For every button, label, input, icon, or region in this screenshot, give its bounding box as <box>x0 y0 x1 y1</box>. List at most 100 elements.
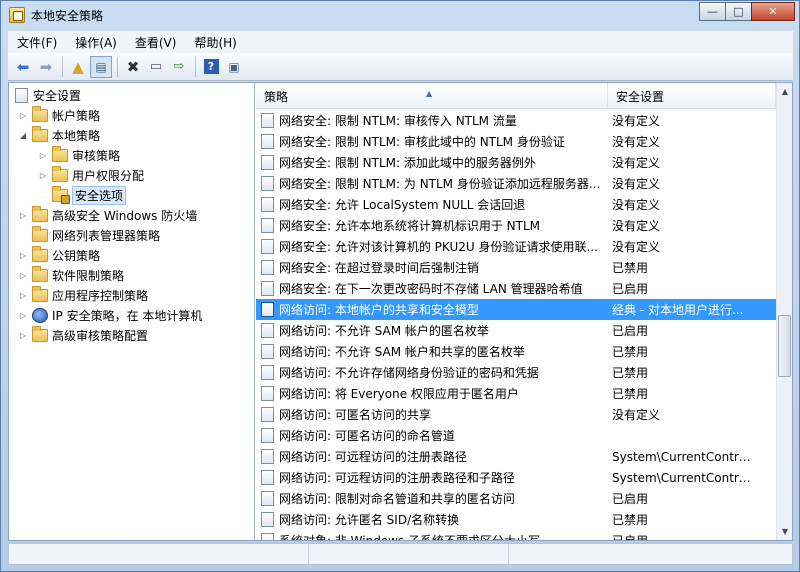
up-one-level-button[interactable]: ▲ <box>67 56 89 78</box>
tree-item-firewall[interactable]: ▷ 高级安全 Windows 防火墙 <box>17 205 197 225</box>
setting-cell: 已禁用 <box>612 345 649 359</box>
title-bar[interactable]: 本地安全策略 — □ ✕ <box>1 1 799 29</box>
tree-item-account-policy[interactable]: ▷ 帐户策略 <box>17 105 100 125</box>
table-row[interactable]: 网络访问: 不允许存储网络身份验证的密码和凭据 已禁用 <box>256 362 776 383</box>
tree-item-security-settings[interactable]: 安全设置 <box>13 85 81 105</box>
policy-cell: 系统对象: 非 Windows 子系统不要求区分大小写 <box>256 532 606 540</box>
menu-help[interactable]: 帮助(H) <box>185 34 245 51</box>
vertical-scrollbar[interactable]: ▲ ▼ <box>776 83 792 540</box>
table-row[interactable]: 网络安全: 限制 NTLM: 审核传入 NTLM 流量 没有定义 <box>256 110 776 131</box>
help-button[interactable]: ? <box>200 56 222 78</box>
policy-icon <box>261 176 274 191</box>
tree-item-audit-policy[interactable]: ▷ 审核策略 <box>37 145 120 165</box>
expand-icon[interactable]: ▷ <box>17 311 29 320</box>
policy-name: 网络访问: 本地帐户的共享和安全模型 <box>279 303 479 317</box>
expand-icon[interactable]: ▷ <box>17 331 29 340</box>
toolbar-separator <box>62 56 63 77</box>
setting-cell: 已禁用 <box>612 387 649 401</box>
tree-item-security-options[interactable]: 安全选项 <box>49 185 127 205</box>
tree-item-app-control[interactable]: ▷ 应用程序控制策略 <box>17 285 148 305</box>
table-row[interactable]: 系统对象: 非 Windows 子系统不要求区分大小写 已启用 <box>256 530 776 540</box>
minimize-button[interactable]: — <box>699 2 726 21</box>
expand-icon[interactable]: ▷ <box>17 111 29 120</box>
expand-icon[interactable]: ▷ <box>17 271 29 280</box>
folder-open-icon <box>32 125 48 142</box>
collapse-icon[interactable]: ◢ <box>17 131 29 140</box>
properties-button[interactable]: ▭ <box>145 56 167 78</box>
table-row[interactable]: 网络访问: 本地帐户的共享和安全模型 经典 - 对本地用户进行... <box>256 299 776 320</box>
back-button[interactable]: ⬅ <box>12 56 34 78</box>
tree-label: 帐户策略 <box>52 108 101 123</box>
policy-name: 网络访问: 可匿名访问的共享 <box>279 408 431 422</box>
expand-icon[interactable]: ▷ <box>37 171 49 180</box>
table-row[interactable]: 网络访问: 限制对命名管道和共享的匿名访问 已启用 <box>256 488 776 509</box>
policy-name: 网络访问: 不允许 SAM 帐户和共享的匿名枚举 <box>279 345 525 359</box>
menu-view[interactable]: 查看(V) <box>126 34 186 51</box>
table-row[interactable]: 网络访问: 不允许 SAM 帐户和共享的匿名枚举 已禁用 <box>256 341 776 362</box>
delete-button[interactable]: ✖ <box>122 56 144 78</box>
local-security-policy-icon <box>9 7 25 23</box>
table-row[interactable]: 网络访问: 允许匿名 SID/名称转换 已禁用 <box>256 509 776 530</box>
setting-cell: 没有定义 <box>612 135 661 149</box>
expand-icon[interactable]: ▷ <box>17 211 29 220</box>
table-row[interactable]: 网络安全: 限制 NTLM: 添加此域中的服务器例外 没有定义 <box>256 152 776 173</box>
policy-name: 网络安全: 限制 NTLM: 审核传入 NTLM 流量 <box>279 114 517 128</box>
forward-button[interactable]: ➡ <box>35 56 57 78</box>
column-header-setting[interactable]: 安全设置 <box>608 83 776 109</box>
policy-cell: 网络访问: 限制对命名管道和共享的匿名访问 <box>256 490 606 507</box>
policy-cell: 网络访问: 不允许存储网络身份验证的密码和凭据 <box>256 364 606 381</box>
tree-item-ipsec[interactable]: ▷ IP 安全策略，在 本地计算机 <box>17 305 202 325</box>
table-row[interactable]: 网络安全: 在超过登录时间后强制注销 已禁用 <box>256 257 776 278</box>
view-button[interactable]: ▣ <box>223 56 245 78</box>
table-row[interactable]: 网络访问: 将 Everyone 权限应用于匿名用户 已禁用 <box>256 383 776 404</box>
table-row[interactable]: 网络安全: 允许对该计算机的 PKU2U 身份验证请求使用联... 没有定义 <box>256 236 776 257</box>
tree-label: 安全选项 <box>72 185 127 205</box>
tree-item-software-restriction[interactable]: ▷ 软件限制策略 <box>17 265 124 285</box>
setting-cell: System\CurrentContro... <box>612 449 756 464</box>
table-row[interactable]: 网络安全: 允许本地系统将计算机标识用于 NTLM 没有定义 <box>256 215 776 236</box>
tree-item-advanced-audit[interactable]: ▷ 高级审核策略配置 <box>17 325 148 345</box>
scroll-down-button[interactable]: ▼ <box>777 523 792 540</box>
tree-label: 审核策略 <box>72 148 121 163</box>
table-row[interactable]: 网络安全: 允许 LocalSystem NULL 会话回退 没有定义 <box>256 194 776 215</box>
console-tree: 安全设置 ▷ 帐户策略 ◢ 本地策略 ▷ 审核策略 ▷ 用户权限分配 安全选项 … <box>9 83 255 540</box>
scroll-thumb[interactable] <box>778 315 791 377</box>
tree-item-user-rights[interactable]: ▷ 用户权限分配 <box>37 165 144 185</box>
export-list-button[interactable]: ⇨ <box>168 56 190 78</box>
policy-name: 网络访问: 限制对命名管道和共享的匿名访问 <box>279 492 515 506</box>
security-settings-icon <box>15 87 28 103</box>
menu-action[interactable]: 操作(A) <box>66 34 126 51</box>
export-list-icon: ⇨ <box>173 59 185 74</box>
table-row[interactable]: 网络访问: 不允许 SAM 帐户的匿名枚举 已启用 <box>256 320 776 341</box>
scroll-up-button[interactable]: ▲ <box>777 83 792 100</box>
setting-cell: 经典 - 对本地用户进行... <box>612 303 744 317</box>
expand-icon[interactable]: ▷ <box>17 251 29 260</box>
policy-cell: 网络安全: 允许 LocalSystem NULL 会话回退 <box>256 196 606 213</box>
close-button[interactable]: ✕ <box>751 2 795 21</box>
policy-icon <box>261 449 274 464</box>
policy-cell: 网络安全: 在下一次更改密码时不存储 LAN 管理器哈希值 <box>256 280 606 297</box>
menu-file[interactable]: 文件(F) <box>8 34 66 51</box>
content-area: 安全设置 ▷ 帐户策略 ◢ 本地策略 ▷ 审核策略 ▷ 用户权限分配 安全选项 … <box>8 82 793 541</box>
expand-icon[interactable]: ▷ <box>37 151 49 160</box>
table-row[interactable]: 网络访问: 可远程访问的注册表路径和子路径 System\CurrentContr… <box>256 467 776 488</box>
table-row[interactable]: 网络安全: 限制 NTLM: 审核此域中的 NTLM 身份验证 没有定义 <box>256 131 776 152</box>
table-row[interactable]: 网络安全: 在下一次更改密码时不存储 LAN 管理器哈希值 已启用 <box>256 278 776 299</box>
ipsec-icon <box>32 307 48 323</box>
policy-name: 网络安全: 允许本地系统将计算机标识用于 NTLM <box>279 219 541 233</box>
policy-icon <box>261 197 274 212</box>
policy-name: 网络安全: 在下一次更改密码时不存储 LAN 管理器哈希值 <box>279 282 583 296</box>
table-row[interactable]: 网络安全: 限制 NTLM: 为 NTLM 身份验证添加远程服务器... 没有定义 <box>256 173 776 194</box>
tree-item-public-key[interactable]: ▷ 公钥策略 <box>17 245 100 265</box>
tree-item-local-policy[interactable]: ◢ 本地策略 <box>17 125 100 145</box>
table-row[interactable]: 网络访问: 可远程访问的注册表路径 System\CurrentContro... <box>256 446 776 467</box>
folder-icon <box>52 165 68 182</box>
table-row[interactable]: 网络访问: 可匿名访问的命名管道 <box>256 425 776 446</box>
window-controls: — □ ✕ <box>699 2 795 21</box>
expand-icon[interactable]: ▷ <box>17 291 29 300</box>
show-hide-tree-button[interactable]: ▤ <box>90 55 112 78</box>
column-header-policy[interactable]: ▲ 策略 <box>256 83 608 109</box>
tree-item-network-list[interactable]: 网络列表管理器策略 <box>29 225 160 245</box>
table-row[interactable]: 网络访问: 可匿名访问的共享 没有定义 <box>256 404 776 425</box>
maximize-button[interactable]: □ <box>725 2 752 21</box>
